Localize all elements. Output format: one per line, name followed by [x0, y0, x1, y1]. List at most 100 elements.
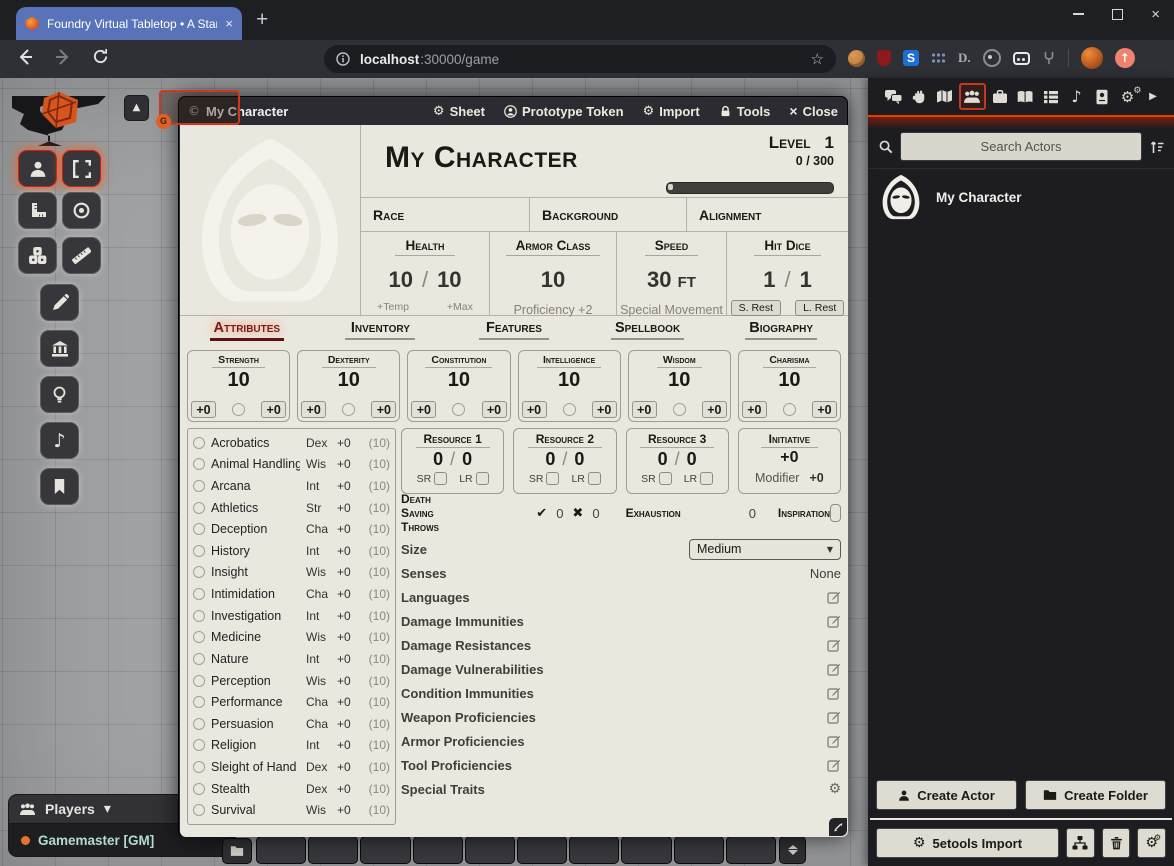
ability-value[interactable]: 10 — [448, 369, 470, 392]
measure-tool-button[interactable] — [62, 237, 101, 274]
minimize-icon[interactable] — [1073, 13, 1084, 15]
actors-tab-active[interactable] — [959, 83, 986, 110]
scenes-tab-icon[interactable] — [933, 89, 955, 104]
special-traits-row[interactable]: Special Traits ⚙ — [401, 777, 841, 801]
skill-name[interactable]: Medicine — [211, 630, 300, 644]
death-failure-count[interactable]: 0 — [592, 506, 599, 521]
trait-row[interactable]: Languages — [401, 585, 841, 609]
death-success-icon[interactable]: ✔ — [536, 506, 547, 521]
skill-row[interactable]: Stealth Dex +0 (10) — [193, 778, 390, 800]
skill-proficiency-radio[interactable] — [193, 502, 205, 514]
ability-check-mod[interactable]: +0 — [812, 401, 837, 418]
delete-button[interactable] — [1102, 828, 1131, 858]
skill-proficiency-radio[interactable] — [193, 653, 205, 665]
proficiency-radio[interactable] — [342, 403, 355, 416]
ability-name[interactable]: Constitution — [425, 352, 492, 368]
edit-icon[interactable] — [827, 662, 841, 676]
skill-row[interactable]: Performance Cha +0 (10) — [193, 691, 390, 713]
proficiency-radio[interactable] — [452, 403, 465, 416]
close-sheet-button[interactable]: × Close — [789, 103, 838, 119]
chat-tab-icon[interactable] — [882, 89, 904, 104]
skill-row[interactable]: Religion Int +0 (10) — [193, 735, 390, 757]
edit-icon[interactable] — [827, 614, 841, 628]
skill-name[interactable]: Acrobatics — [211, 436, 300, 450]
tab-biography[interactable]: Biography — [714, 319, 848, 346]
inspiration-checkbox[interactable] — [830, 504, 841, 522]
edit-icon[interactable] — [827, 734, 841, 748]
walls-tool-button[interactable] — [40, 330, 79, 367]
create-folder-button[interactable]: Create Folder — [1025, 780, 1166, 810]
ability-value[interactable]: 10 — [668, 369, 690, 392]
close-window-icon[interactable]: × — [1151, 7, 1160, 22]
resource-box[interactable]: Resource 1 0/0 SR LR — [401, 428, 504, 494]
tab-inventory[interactable]: Inventory — [314, 319, 448, 346]
hotbar-page-button[interactable] — [779, 836, 806, 864]
skill-proficiency-radio[interactable] — [193, 631, 205, 643]
settings-tab-icon[interactable]: ⚙ ⚙ — [1117, 88, 1139, 106]
ability-box[interactable]: Wisdom 10 +0 +0 — [628, 350, 731, 422]
skill-name[interactable]: Performance — [211, 695, 300, 709]
target-tool-button[interactable] — [62, 192, 101, 229]
hp-value[interactable]: 10 — [388, 267, 412, 293]
skill-row[interactable]: Acrobatics Dex +0 (10) — [193, 432, 390, 454]
macro-slot[interactable] — [674, 836, 724, 864]
ability-check-mod[interactable]: +0 — [371, 401, 396, 418]
update-icon[interactable]: ↑ — [1115, 48, 1135, 68]
character-name[interactable]: My Character — [385, 141, 578, 175]
skill-name[interactable]: Nature — [211, 652, 300, 666]
new-tab-button[interactable]: + — [256, 9, 268, 31]
skill-proficiency-radio[interactable] — [193, 458, 205, 470]
skill-name[interactable]: Religion — [211, 738, 300, 752]
skill-row[interactable]: Arcana Int +0 (10) — [193, 475, 390, 497]
skill-name[interactable]: Persuasion — [211, 717, 300, 731]
short-rest-checkbox[interactable] — [659, 472, 672, 485]
skill-proficiency-radio[interactable] — [193, 610, 205, 622]
trait-row[interactable]: Condition Immunities — [401, 681, 841, 705]
character-sheet-window[interactable]: © My Character ⚙ Sheet Prototype Token ⚙… — [178, 96, 848, 837]
items-tab-icon[interactable] — [989, 89, 1011, 104]
compendium-tab-icon[interactable] — [1091, 89, 1113, 105]
ability-name[interactable]: Dexterity — [322, 352, 376, 368]
senses-value[interactable]: None — [810, 566, 841, 581]
resource-max[interactable]: 0 — [574, 449, 584, 470]
edit-icon[interactable] — [827, 590, 841, 604]
ability-box[interactable]: Intelligence 10 +0 +0 — [518, 350, 621, 422]
target-select-tool-button[interactable] — [62, 150, 101, 187]
skill-proficiency-radio[interactable] — [193, 480, 205, 492]
ability-value[interactable]: 10 — [558, 369, 580, 392]
race-field[interactable]: Race — [361, 198, 529, 232]
ability-value[interactable]: 10 — [778, 369, 800, 392]
skill-name[interactable]: Perception — [211, 674, 300, 688]
trait-row[interactable]: Damage Immunities — [401, 609, 841, 633]
long-rest-checkbox[interactable] — [700, 472, 713, 485]
ability-name[interactable]: Charisma — [763, 352, 815, 368]
tools-button[interactable]: Tools — [719, 104, 771, 119]
ability-name[interactable]: Strength — [212, 352, 265, 368]
import-button[interactable]: ⚙ Import — [643, 104, 700, 119]
tab-features[interactable]: Features — [447, 319, 581, 346]
hit-dice-stat[interactable]: Hit Dice 1/1 S. Rest L. Rest — [726, 232, 848, 315]
resource-label[interactable]: Resource 3 — [640, 429, 714, 448]
skill-proficiency-radio[interactable] — [193, 804, 205, 816]
collapse-sidebar-icon[interactable]: ▶ — [1142, 91, 1164, 102]
trait-row[interactable]: Weapon Proficiencies — [401, 705, 841, 729]
ability-save-mod[interactable]: +0 — [191, 401, 216, 418]
ability-check-mod[interactable]: +0 — [592, 401, 617, 418]
macro-slot[interactable] — [465, 836, 515, 864]
site-info-icon[interactable] — [336, 52, 350, 66]
skill-row[interactable]: Animal Handling Wis +0 (10) — [193, 454, 390, 476]
trait-row[interactable]: Tool Proficiencies — [401, 753, 841, 777]
skill-row[interactable]: Medicine Wis +0 (10) — [193, 626, 390, 648]
initiative-modifier[interactable]: +0 — [809, 471, 823, 485]
skill-row[interactable]: Perception Wis +0 (10) — [193, 670, 390, 692]
proficiency-radio[interactable] — [673, 403, 686, 416]
alignment-field[interactable]: Alignment — [686, 198, 848, 232]
macro-slot[interactable] — [413, 836, 463, 864]
hp-tempmax-label[interactable]: +Max — [447, 301, 473, 313]
long-rest-button[interactable]: L. Rest — [795, 300, 844, 316]
macro-slot[interactable] — [517, 836, 567, 864]
reload-icon[interactable] — [92, 48, 109, 65]
ublock-extension-icon[interactable] — [877, 50, 891, 66]
skill-proficiency-radio[interactable] — [193, 437, 205, 449]
edit-icon[interactable] — [827, 638, 841, 652]
